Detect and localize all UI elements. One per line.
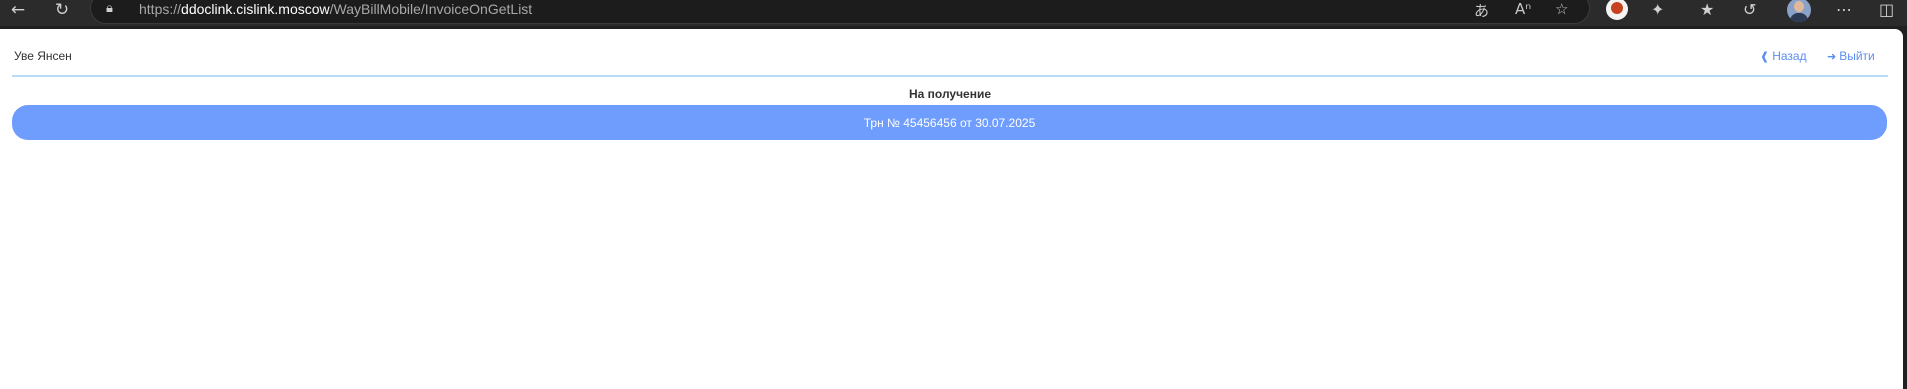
- favorites-icon[interactable]: ★: [1700, 0, 1714, 19]
- browser-toolbar: ← ↻ 🔒︎ https://ddoclink.cislink.moscow/W…: [0, 0, 1907, 26]
- logout-link[interactable]: ➜ Выйти: [1827, 49, 1875, 63]
- arrow-left-icon[interactable]: ←: [8, 0, 28, 20]
- profile-avatar[interactable]: [1787, 0, 1811, 22]
- star-icon[interactable]: ☆: [1555, 0, 1568, 18]
- lock-icon[interactable]: 🔒︎: [106, 1, 113, 16]
- url-prefix: https://: [139, 1, 182, 17]
- sidebar-icon[interactable]: ◫: [1879, 0, 1894, 19]
- logout-link-label: Выйти: [1839, 49, 1875, 63]
- page-header: Уве Янсен ❰ Назад ➜ Выйти: [12, 29, 1888, 77]
- sign-out-icon: ➜: [1827, 49, 1837, 63]
- reload-icon[interactable]: ↻: [52, 0, 72, 20]
- invoice-item-button[interactable]: Трн № 45456456 от 30.07.2025: [12, 105, 1887, 140]
- back-link-label: Назад: [1772, 49, 1807, 63]
- read-aloud-icon[interactable]: Aⁿ: [1515, 0, 1531, 18]
- more-icon[interactable]: ⋯: [1836, 0, 1852, 19]
- history-icon[interactable]: ↺: [1743, 0, 1756, 19]
- url-host: ddoclink.cislink.moscow: [181, 1, 330, 17]
- circle-arrow-left-icon: ❰: [1760, 49, 1770, 63]
- back-link[interactable]: ❰ Назад: [1760, 49, 1807, 63]
- extension-icon[interactable]: [1606, 0, 1628, 20]
- url-text[interactable]: https://ddoclink.cislink.moscow/WayBillM…: [139, 1, 532, 17]
- translate-icon[interactable]: あ: [1474, 0, 1489, 21]
- page-content: Уве Янсен ❰ Назад ➜ Выйти На получение Т…: [0, 29, 1903, 389]
- url-path: /WayBillMobile/InvoiceOnGetList: [329, 1, 533, 17]
- section-title: На получение: [908, 87, 992, 101]
- username: Уве Янсен: [14, 49, 72, 63]
- puzzle-icon[interactable]: ✦: [1651, 0, 1664, 19]
